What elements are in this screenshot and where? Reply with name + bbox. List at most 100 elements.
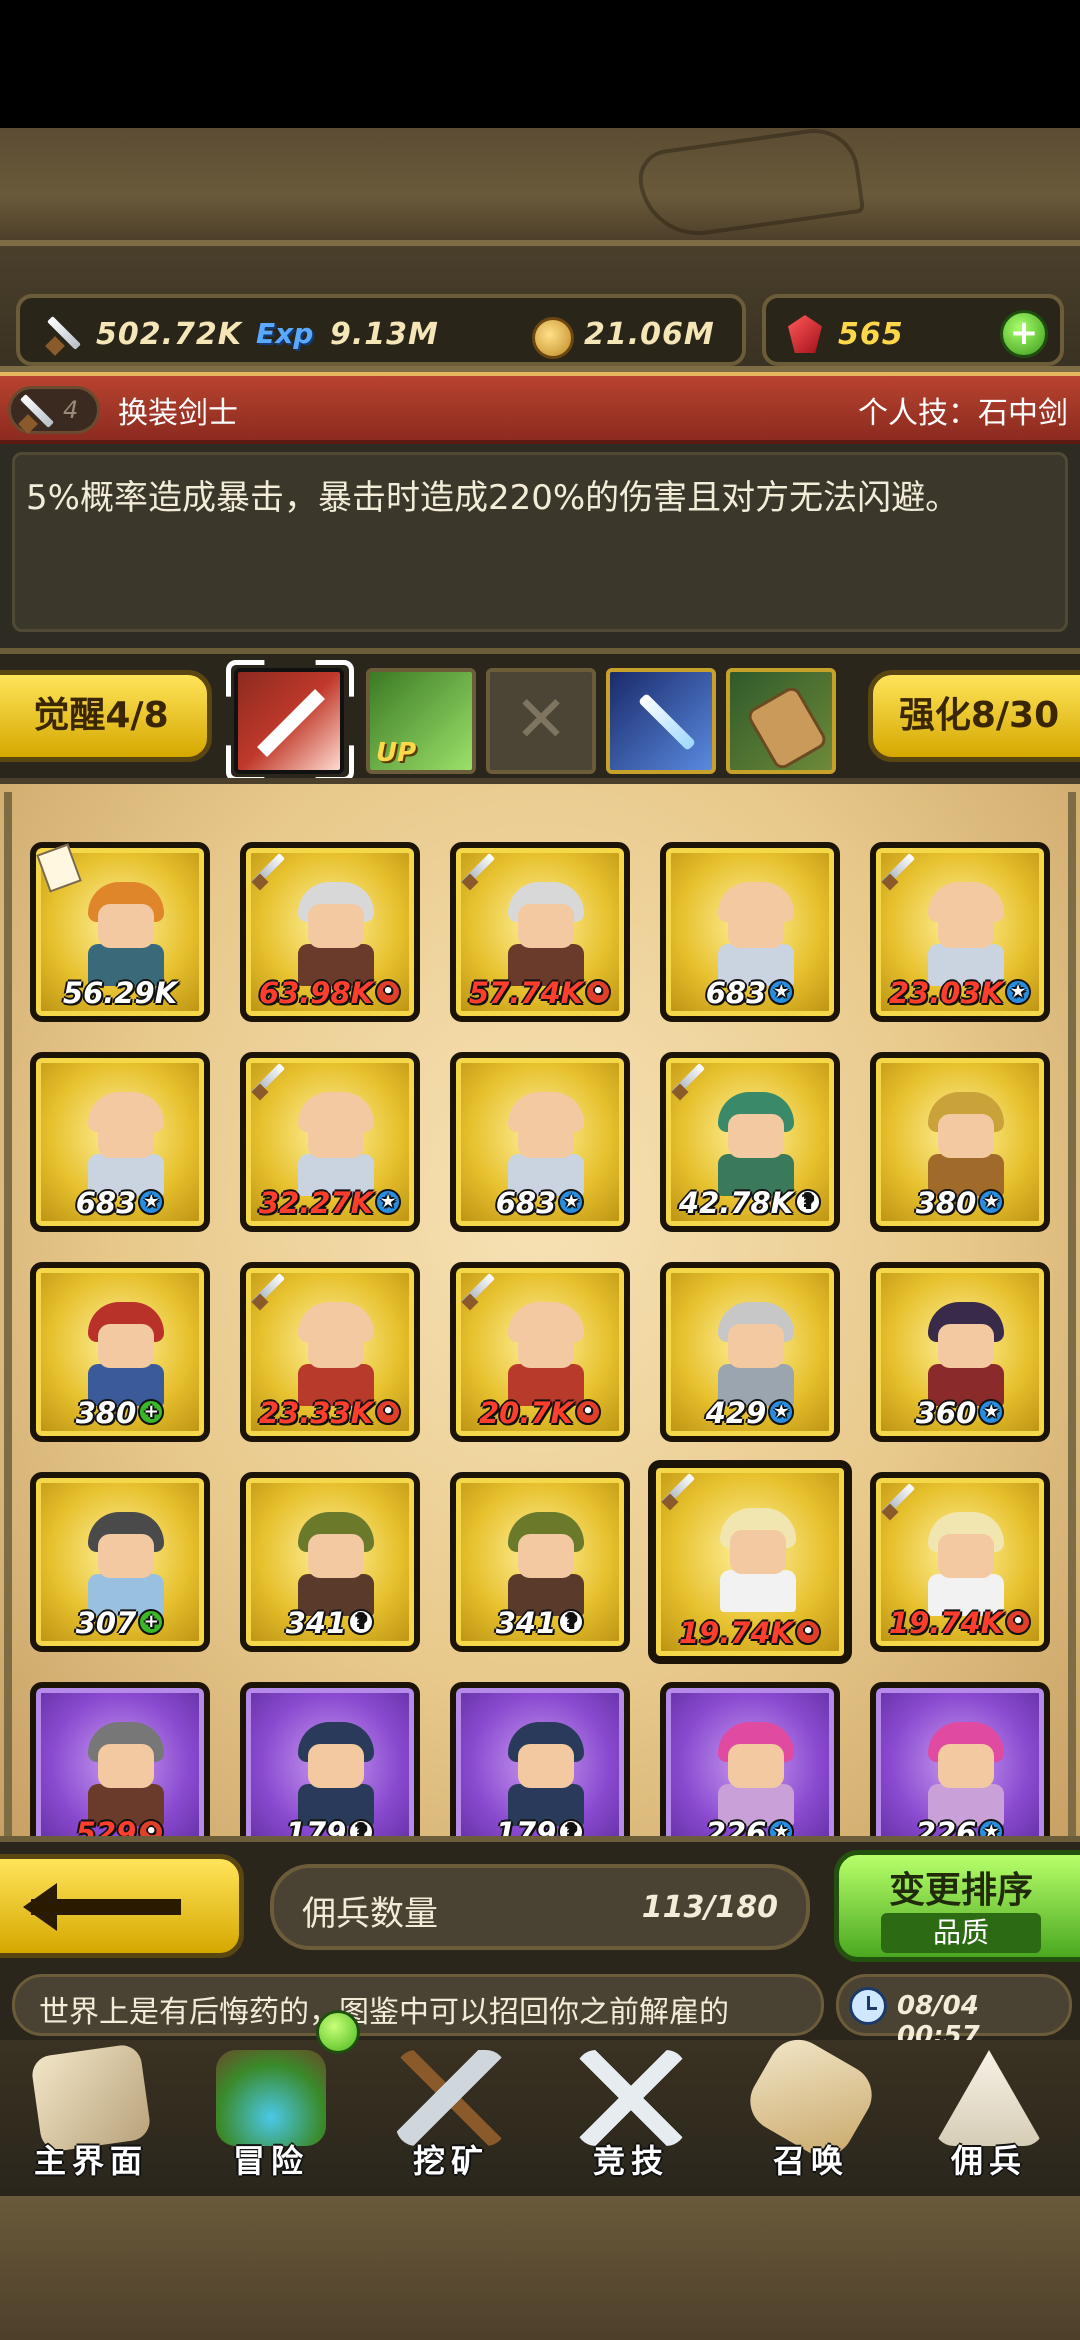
mercenary-power-value: 683 — [495, 1186, 557, 1220]
mercenary-card[interactable]: 42.78K? — [660, 1052, 840, 1232]
mercenary-power: 360 ★ — [876, 1396, 1044, 1430]
hero-portrait — [920, 1722, 1012, 1826]
locked-x-icon: ✕ — [514, 683, 568, 757]
hero-name-banner: 4 换装剑士 个人技：石中剑 — [0, 372, 1080, 444]
adventure-notification-dot — [316, 2010, 360, 2054]
nav-adventure[interactable]: 冒险 — [186, 2042, 356, 2192]
mercenary-card[interactable]: 380 ★ — [870, 1052, 1050, 1232]
mercenary-card[interactable]: 19.74K • — [648, 1460, 852, 1664]
sort-mode: 品质 — [881, 1913, 1041, 1953]
mercenary-power: 179? — [246, 1816, 414, 1836]
mercenary-card[interactable]: 63.98K • — [240, 842, 420, 1022]
mercenary-grid[interactable]: 56.29K 63.98K • 57.74K • 683 ★ 23.03K ★ 683 ★ 32.27… — [0, 778, 1080, 1836]
awaken-button[interactable]: 觉醒4/8 — [0, 670, 212, 762]
red-rank-badge-icon: • — [138, 1819, 165, 1836]
mercenary-card[interactable]: 56.29K — [30, 842, 210, 1022]
mercenary-power-value: 56.29K — [62, 976, 178, 1010]
skill-slot-empty[interactable]: ✕ — [486, 668, 596, 774]
mercenary-card[interactable]: 20.7K • — [450, 1262, 630, 1442]
hero-portrait — [710, 1092, 802, 1196]
mercenary-power-value: 19.74K — [678, 1616, 794, 1650]
mercenary-power: 226 ★ — [876, 1816, 1044, 1836]
mercenary-card[interactable]: 307 + — [30, 1472, 210, 1652]
clock-pill: 08/04 00:57 — [836, 1974, 1072, 2051]
status-bar-area — [0, 0, 1080, 128]
equip-slot-scroll[interactable] — [726, 668, 836, 774]
mercenary-card[interactable]: 380 + — [30, 1262, 210, 1442]
mercenary-power: 341? — [456, 1606, 624, 1640]
mercenary-power-value: 226 — [915, 1816, 977, 1836]
parchment-backdrop — [0, 123, 1080, 243]
blue-rank-badge-icon: ★ — [978, 1189, 1005, 1215]
hero-portrait — [500, 1722, 592, 1826]
mercenary-power: 32.27K ★ — [246, 1186, 414, 1220]
equip-slot-sword[interactable] — [606, 668, 716, 774]
white-rank-badge-icon: ? — [558, 1609, 585, 1635]
nav-arena[interactable]: 竞技 — [546, 2042, 716, 2192]
hero-portrait — [80, 1512, 172, 1616]
mercenary-power-value: 683 — [705, 976, 767, 1010]
mercenary-card[interactable]: 341? — [240, 1472, 420, 1652]
mercenary-card[interactable]: 683 ★ — [30, 1052, 210, 1232]
nav-summon[interactable]: 召唤 — [726, 2028, 896, 2192]
note-icon — [36, 843, 82, 893]
mercenary-card[interactable]: 226 ★ — [660, 1682, 840, 1836]
equipped-weapon-icon — [248, 1270, 288, 1310]
hero-portrait — [290, 1512, 382, 1616]
mercenary-card[interactable]: 32.27K ★ — [240, 1052, 420, 1232]
mercenary-card[interactable]: 23.33K • — [240, 1262, 420, 1442]
hero-portrait — [500, 1092, 592, 1196]
hero-level: 4 — [63, 396, 79, 424]
mercenary-power-value: 42.78K — [678, 1186, 794, 1220]
hero-portrait — [920, 882, 1012, 986]
mercenary-count-value: 113/180 — [641, 1890, 778, 1925]
nav-mercenary[interactable]: 佣兵 — [904, 2042, 1074, 2192]
ticker-text: 世界上是有后悔药的，图鉴中可以招回你之前解雇的 — [39, 1995, 729, 2030]
white-rank-badge-icon: ? — [348, 1609, 375, 1635]
mercenary-card[interactable]: 683 ★ — [450, 1052, 630, 1232]
blue-rank-badge-icon: ★ — [768, 979, 795, 1005]
parchment-backdrop-bottom — [0, 2196, 1080, 2340]
nav-main[interactable]: 主界面 — [6, 2042, 176, 2192]
mercenary-card[interactable]: 226 ★ — [870, 1682, 1050, 1836]
mercenary-power-value: 341 — [285, 1606, 347, 1640]
mercenary-card[interactable]: 341? — [450, 1472, 630, 1652]
mercenary-card[interactable]: 179? — [240, 1682, 420, 1836]
ruby-pill: 565 + — [762, 294, 1064, 366]
attack-value: 502.72K — [96, 316, 243, 352]
mercenary-card[interactable]: 429 ★ — [660, 1262, 840, 1442]
add-ruby-button[interactable]: + — [1000, 310, 1048, 358]
enhance-button[interactable]: 强化8/30 — [868, 670, 1080, 762]
mercenary-card[interactable]: 23.03K ★ — [870, 842, 1050, 1022]
mercenary-card[interactable]: 360 ★ — [870, 1262, 1050, 1442]
hero-name: 换装剑士 — [118, 396, 238, 431]
mercenary-power-value: 380 — [915, 1186, 977, 1220]
back-button[interactable] — [0, 1854, 244, 1958]
currency-pill: 502.72K Exp 9.13M 21.06M — [16, 294, 746, 366]
mercenary-card[interactable]: 57.74K • — [450, 842, 630, 1022]
ruby-resource: 565 — [782, 312, 904, 356]
nav-mining[interactable]: 挖矿 — [366, 2042, 536, 2192]
gold-resource: 21.06M — [528, 312, 715, 359]
hero-skill: 个人技：石中剑 — [858, 396, 1068, 431]
sort-button[interactable]: 变更排序 品质 — [834, 1850, 1080, 1962]
hero-portrait — [712, 1508, 804, 1612]
sword-icon — [40, 311, 86, 357]
hero-portrait — [920, 1512, 1012, 1616]
mercenary-card[interactable]: 179? — [450, 1682, 630, 1836]
mercenary-card[interactable]: 683 ★ — [660, 842, 840, 1022]
gold-value: 21.06M — [584, 316, 715, 352]
map-scribble — [634, 123, 866, 243]
skill-slot-upgrade[interactable]: UP — [366, 668, 476, 774]
hero-portrait — [500, 882, 592, 986]
hero-portrait — [290, 882, 382, 986]
mercenary-power-value: 19.74K — [888, 1606, 1004, 1640]
mercenary-card[interactable]: 19.74K • — [870, 1472, 1050, 1652]
mercenary-count-pill: 佣兵数量 113/180 — [270, 1864, 810, 1950]
mercenary-card[interactable]: 529 • — [30, 1682, 210, 1836]
blue-rank-badge-icon: ★ — [375, 1189, 402, 1215]
attack-resource: 502.72K — [40, 312, 242, 356]
equipped-weapon-icon — [248, 1060, 288, 1100]
equipped-weapon-icon — [668, 1060, 708, 1100]
game-screen: 502.72K Exp 9.13M 21.06M 565 + 4 换装剑士 个人… — [0, 0, 1080, 2340]
